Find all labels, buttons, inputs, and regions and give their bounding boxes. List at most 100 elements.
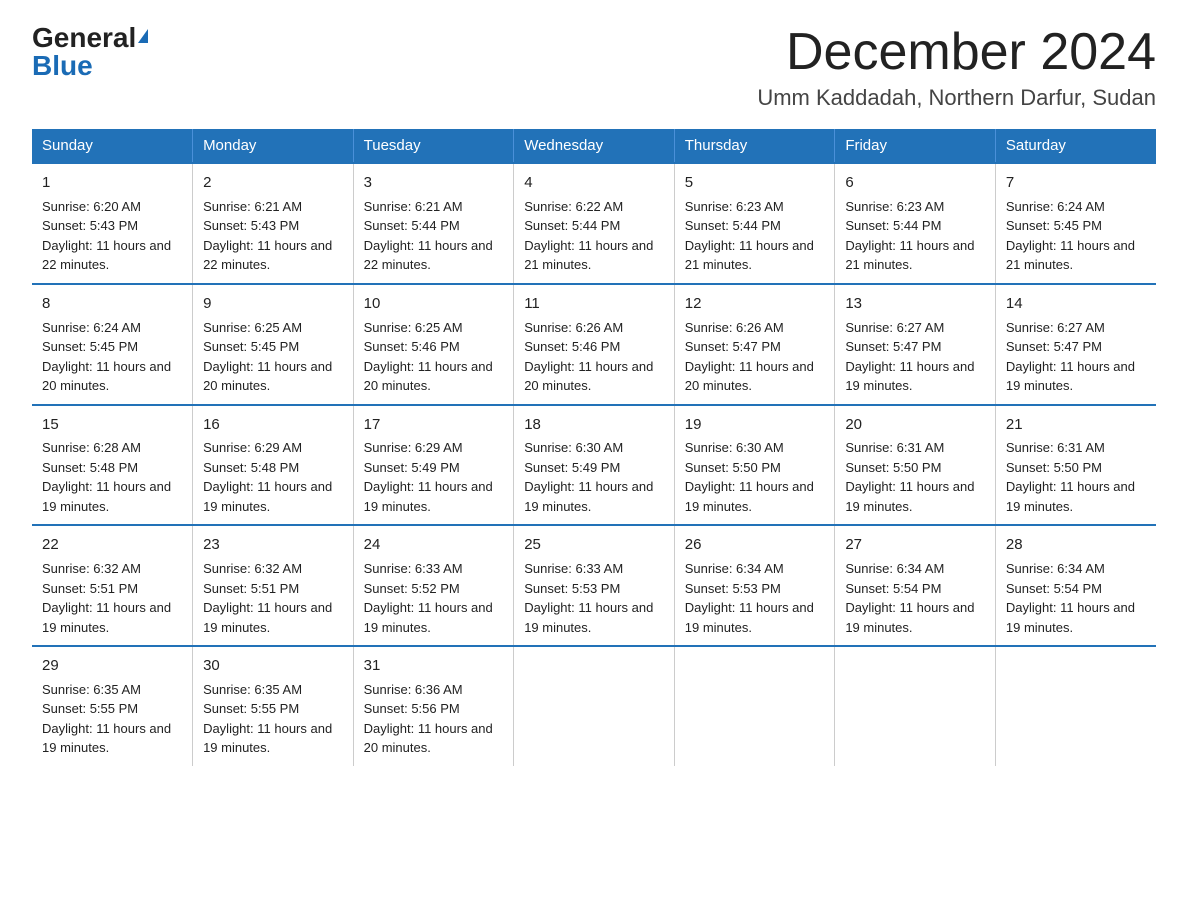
day-number: 8: [42, 293, 182, 315]
day-number: 4: [524, 172, 664, 194]
day-number: 28: [1006, 534, 1146, 556]
column-header-thursday: Thursday: [674, 129, 835, 163]
day-number: 12: [685, 293, 825, 315]
day-number: 9: [203, 293, 343, 315]
calendar-cell: 30 Sunrise: 6:35 AMSunset: 5:55 PMDayligh…: [193, 646, 354, 766]
day-number: 18: [524, 414, 664, 436]
calendar-cell: [514, 646, 675, 766]
day-info: Sunrise: 6:22 AMSunset: 5:44 PMDaylight:…: [524, 197, 664, 275]
calendar-cell: 15Sunrise: 6:28 AMSunset: 5:48 PMDayligh…: [32, 405, 193, 526]
calendar-cell: 26Sunrise: 6:34 AMSunset: 5:53 PMDayligh…: [674, 525, 835, 646]
day-number: 13: [845, 293, 985, 315]
calendar-cell: 7 Sunrise: 6:24 AMSunset: 5:45 PMDaylight…: [995, 163, 1156, 284]
day-info: Sunrise: 6:23 AMSunset: 5:44 PMDaylight:…: [685, 197, 825, 275]
page-subtitle: Umm Kaddadah, Northern Darfur, Sudan: [757, 85, 1156, 111]
day-info: Sunrise: 6:33 AMSunset: 5:52 PMDaylight:…: [364, 559, 504, 637]
day-number: 24: [364, 534, 504, 556]
calendar-cell: 3 Sunrise: 6:21 AMSunset: 5:44 PMDaylight…: [353, 163, 514, 284]
calendar-cell: 27 Sunrise: 6:34 AMSunset: 5:54 PMDayligh…: [835, 525, 996, 646]
title-area: December 2024 Umm Kaddadah, Northern Dar…: [757, 24, 1156, 111]
week-row-2: 8 Sunrise: 6:24 AMSunset: 5:45 PMDaylight…: [32, 284, 1156, 405]
column-header-tuesday: Tuesday: [353, 129, 514, 163]
day-info: Sunrise: 6:28 AMSunset: 5:48 PMDaylight:…: [42, 438, 182, 516]
calendar-cell: 6 Sunrise: 6:23 AMSunset: 5:44 PMDaylight…: [835, 163, 996, 284]
day-number: 11: [524, 293, 664, 315]
day-info: Sunrise: 6:21 AMSunset: 5:44 PMDaylight:…: [364, 197, 504, 275]
day-info: Sunrise: 6:32 AMSunset: 5:51 PMDaylight:…: [42, 559, 182, 637]
calendar-cell: 17Sunrise: 6:29 AMSunset: 5:49 PMDayligh…: [353, 405, 514, 526]
calendar-cell: 4 Sunrise: 6:22 AMSunset: 5:44 PMDaylight…: [514, 163, 675, 284]
day-number: 1: [42, 172, 182, 194]
day-number: 15: [42, 414, 182, 436]
calendar-cell: 21Sunrise: 6:31 AMSunset: 5:50 PMDayligh…: [995, 405, 1156, 526]
calendar-cell: 24 Sunrise: 6:33 AMSunset: 5:52 PMDayligh…: [353, 525, 514, 646]
calendar-cell: 13 Sunrise: 6:27 AMSunset: 5:47 PMDayligh…: [835, 284, 996, 405]
day-number: 19: [685, 414, 825, 436]
column-header-sunday: Sunday: [32, 129, 193, 163]
day-number: 6: [845, 172, 985, 194]
calendar-cell: 5Sunrise: 6:23 AMSunset: 5:44 PMDaylight…: [674, 163, 835, 284]
day-info: Sunrise: 6:29 AMSunset: 5:48 PMDaylight:…: [203, 438, 343, 516]
column-header-wednesday: Wednesday: [514, 129, 675, 163]
column-header-monday: Monday: [193, 129, 354, 163]
day-info: Sunrise: 6:24 AMSunset: 5:45 PMDaylight:…: [1006, 197, 1146, 275]
day-number: 20: [845, 414, 985, 436]
day-info: Sunrise: 6:25 AMSunset: 5:46 PMDaylight:…: [364, 318, 504, 396]
day-number: 7: [1006, 172, 1146, 194]
day-number: 23: [203, 534, 343, 556]
calendar-cell: 20Sunrise: 6:31 AMSunset: 5:50 PMDayligh…: [835, 405, 996, 526]
day-info: Sunrise: 6:27 AMSunset: 5:47 PMDaylight:…: [1006, 318, 1146, 396]
calendar-cell: 8 Sunrise: 6:24 AMSunset: 5:45 PMDaylight…: [32, 284, 193, 405]
week-row-4: 22 Sunrise: 6:32 AMSunset: 5:51 PMDayligh…: [32, 525, 1156, 646]
day-info: Sunrise: 6:24 AMSunset: 5:45 PMDaylight:…: [42, 318, 182, 396]
day-info: Sunrise: 6:26 AMSunset: 5:46 PMDaylight:…: [524, 318, 664, 396]
calendar-cell: [674, 646, 835, 766]
day-number: 3: [364, 172, 504, 194]
logo: General Blue: [32, 24, 148, 80]
day-info: Sunrise: 6:33 AMSunset: 5:53 PMDaylight:…: [524, 559, 664, 637]
calendar-table: SundayMondayTuesdayWednesdayThursdayFrid…: [32, 129, 1156, 766]
day-info: Sunrise: 6:35 AMSunset: 5:55 PMDaylight:…: [203, 680, 343, 758]
day-info: Sunrise: 6:23 AMSunset: 5:44 PMDaylight:…: [845, 197, 985, 275]
column-header-friday: Friday: [835, 129, 996, 163]
day-number: 2: [203, 172, 343, 194]
day-info: Sunrise: 6:31 AMSunset: 5:50 PMDaylight:…: [845, 438, 985, 516]
calendar-cell: 28Sunrise: 6:34 AMSunset: 5:54 PMDayligh…: [995, 525, 1156, 646]
day-info: Sunrise: 6:21 AMSunset: 5:43 PMDaylight:…: [203, 197, 343, 275]
calendar-cell: 25Sunrise: 6:33 AMSunset: 5:53 PMDayligh…: [514, 525, 675, 646]
day-number: 30: [203, 655, 343, 677]
logo-text-blue: Blue: [32, 50, 93, 81]
page-header: General Blue December 2024 Umm Kaddadah,…: [32, 24, 1156, 111]
day-number: 27: [845, 534, 985, 556]
calendar-cell: [835, 646, 996, 766]
day-info: Sunrise: 6:20 AMSunset: 5:43 PMDaylight:…: [42, 197, 182, 275]
calendar-cell: 29Sunrise: 6:35 AMSunset: 5:55 PMDayligh…: [32, 646, 193, 766]
calendar-cell: 9Sunrise: 6:25 AMSunset: 5:45 PMDaylight…: [193, 284, 354, 405]
day-number: 10: [364, 293, 504, 315]
calendar-cell: 2 Sunrise: 6:21 AMSunset: 5:43 PMDaylight…: [193, 163, 354, 284]
calendar-cell: [995, 646, 1156, 766]
calendar-cell: 23Sunrise: 6:32 AMSunset: 5:51 PMDayligh…: [193, 525, 354, 646]
calendar-cell: 19Sunrise: 6:30 AMSunset: 5:50 PMDayligh…: [674, 405, 835, 526]
logo-triangle-icon: [138, 29, 148, 43]
calendar-cell: 16Sunrise: 6:29 AMSunset: 5:48 PMDayligh…: [193, 405, 354, 526]
calendar-cell: 14 Sunrise: 6:27 AMSunset: 5:47 PMDayligh…: [995, 284, 1156, 405]
day-number: 14: [1006, 293, 1146, 315]
day-info: Sunrise: 6:29 AMSunset: 5:49 PMDaylight:…: [364, 438, 504, 516]
logo-text-general: General: [32, 24, 136, 52]
day-number: 16: [203, 414, 343, 436]
calendar-cell: 12Sunrise: 6:26 AMSunset: 5:47 PMDayligh…: [674, 284, 835, 405]
column-header-saturday: Saturday: [995, 129, 1156, 163]
day-info: Sunrise: 6:31 AMSunset: 5:50 PMDaylight:…: [1006, 438, 1146, 516]
calendar-cell: 22 Sunrise: 6:32 AMSunset: 5:51 PMDayligh…: [32, 525, 193, 646]
day-info: Sunrise: 6:36 AMSunset: 5:56 PMDaylight:…: [364, 680, 504, 758]
calendar-cell: 31Sunrise: 6:36 AMSunset: 5:56 PMDayligh…: [353, 646, 514, 766]
calendar-cell: 11 Sunrise: 6:26 AMSunset: 5:46 PMDayligh…: [514, 284, 675, 405]
day-info: Sunrise: 6:34 AMSunset: 5:54 PMDaylight:…: [845, 559, 985, 637]
day-info: Sunrise: 6:34 AMSunset: 5:53 PMDaylight:…: [685, 559, 825, 637]
day-info: Sunrise: 6:30 AMSunset: 5:50 PMDaylight:…: [685, 438, 825, 516]
day-number: 22: [42, 534, 182, 556]
calendar-cell: 18Sunrise: 6:30 AMSunset: 5:49 PMDayligh…: [514, 405, 675, 526]
day-info: Sunrise: 6:27 AMSunset: 5:47 PMDaylight:…: [845, 318, 985, 396]
page-title: December 2024: [757, 24, 1156, 81]
